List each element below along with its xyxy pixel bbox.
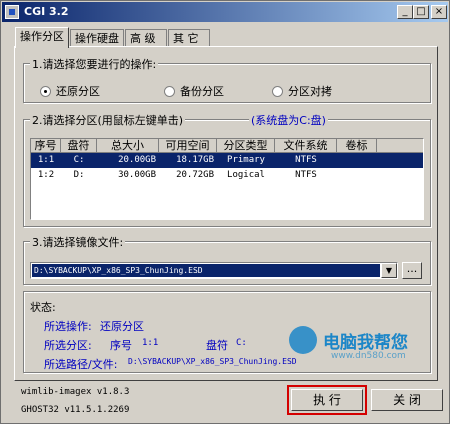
cell-drive: D: (73, 170, 85, 180)
cell-index: 1:2 (37, 170, 55, 180)
col-total[interactable]: 总大小 (97, 139, 159, 153)
image-path-select[interactable]: D:\SYBACKUP\XP_x86_SP3_ChunJing.ESD ▼ (30, 262, 398, 279)
radio-copy-dot[interactable] (272, 85, 283, 97)
ghost-version: GHOST32 v11.5.1.2269 (21, 405, 130, 415)
status-part-label: 所选分区: (44, 339, 92, 352)
status-title: 状态: (30, 301, 56, 314)
title-bar[interactable]: CGI 3.2 _ □ × (2, 2, 448, 22)
status-path-label: 所选路径/文件: (44, 358, 118, 371)
radio-backup-dot[interactable] (164, 85, 175, 97)
status-op-value: 还原分区 (100, 320, 144, 333)
watermark-brand: 电脑我帮您 (323, 333, 408, 353)
run-button[interactable]: 执 行 (291, 389, 363, 411)
radio-restore-dot[interactable] (40, 85, 51, 97)
table-row[interactable]: 1:2 D: 30.00GB 20.72GB Logical NTFS (31, 168, 423, 183)
cell-label (337, 153, 377, 168)
cell-label (337, 168, 377, 183)
cell-type: Logical (227, 170, 265, 180)
cell-drive: C: (73, 155, 85, 165)
operation-group: 1.请选择您要进行的操作: 还原分区 备份分区 分区对拷 (23, 56, 431, 103)
tab-operate-partition[interactable]: 操作分区 (15, 27, 69, 48)
radio-backup[interactable]: 备份分区 (164, 83, 224, 99)
status-drive-label: 盘符 (206, 339, 228, 352)
chevron-down-icon[interactable]: ▼ (381, 263, 397, 278)
system-disk-note: (系统盘为C:盘) (249, 112, 328, 128)
status-seq-label: 序号 (110, 339, 132, 352)
cell-fs: NTFS (295, 170, 317, 180)
col-index[interactable]: 序号 (31, 139, 61, 153)
maximize-button[interactable]: □ (413, 5, 429, 19)
app-icon (5, 5, 19, 19)
window-title: CGI 3.2 (24, 5, 69, 18)
cell-total: 30.00GB (118, 170, 156, 180)
tab-other[interactable]: 其 它 (168, 29, 210, 47)
cell-fs: NTFS (295, 155, 317, 165)
table-header: 序号 盘符 总大小 可用空间 分区类型 文件系统 卷标 (31, 139, 423, 153)
main-window: CGI 3.2 _ □ × 操作分区 操作硬盘 高 级 其 它 1.请选择您要进… (0, 0, 450, 424)
image-path-value: D:\SYBACKUP\XP_x86_SP3_ChunJing.ESD (32, 264, 380, 277)
wimlib-version: wimlib-imagex v1.8.3 (21, 387, 130, 397)
status-op-label: 所选操作: (44, 320, 92, 333)
col-free[interactable]: 可用空间 (159, 139, 217, 153)
cell-total: 20.00GB (118, 155, 156, 165)
radio-backup-label: 备份分区 (180, 85, 224, 98)
status-drive-value: C: (236, 338, 247, 348)
partition-legend: 2.请选择分区(用鼠标左键单击) (30, 112, 186, 128)
col-type[interactable]: 分区类型 (217, 139, 275, 153)
watermark-site: www.dn580.com (331, 351, 406, 361)
status-seq-value: 1:1 (142, 338, 159, 348)
tab-operate-disk[interactable]: 操作硬盘 (70, 29, 124, 47)
partition-group: 2.请选择分区(用鼠标左键单击) (系统盘为C:盘) 序号 盘符 总大小 可用空… (23, 112, 431, 227)
table-row[interactable]: 1:1 C: 20.00GB 18.17GB Primary NTFS (31, 153, 423, 168)
col-filler (377, 139, 423, 153)
cell-index: 1:1 (37, 155, 55, 165)
radio-copy-label: 分区对拷 (288, 85, 332, 98)
status-path-value: D:\SYBACKUP\XP_x86_SP3_ChunJing.ESD (128, 357, 297, 366)
cell-type: Primary (227, 155, 265, 165)
col-drive[interactable]: 盘符 (61, 139, 97, 153)
close-button[interactable]: 关 闭 (371, 389, 443, 411)
cell-free: 18.17GB (176, 155, 214, 165)
operation-legend: 1.请选择您要进行的操作: (30, 56, 159, 72)
partition-table[interactable]: 序号 盘符 总大小 可用空间 分区类型 文件系统 卷标 1:1 C: 20.00… (30, 138, 424, 220)
minimize-button[interactable]: _ (397, 5, 413, 19)
watermark-logo-icon (289, 326, 317, 354)
radio-restore[interactable]: 还原分区 (40, 83, 100, 99)
col-fs[interactable]: 文件系统 (275, 139, 337, 153)
image-group: 3.请选择镜像文件: D:\SYBACKUP\XP_x86_SP3_ChunJi… (23, 234, 431, 285)
browse-button[interactable]: ... (402, 262, 422, 279)
image-legend: 3.请选择镜像文件: (30, 234, 126, 250)
close-window-button[interactable]: × (431, 5, 447, 19)
tab-advanced[interactable]: 高 级 (125, 29, 167, 47)
col-label[interactable]: 卷标 (337, 139, 377, 153)
radio-restore-label: 还原分区 (56, 85, 100, 98)
cell-free: 20.72GB (176, 170, 214, 180)
radio-copy[interactable]: 分区对拷 (272, 83, 332, 99)
